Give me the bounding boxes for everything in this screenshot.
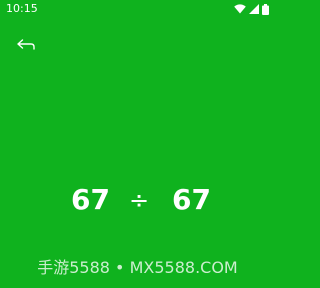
back-button[interactable]: [16, 35, 36, 53]
watermark: 手游5588 • MX5588.COM: [37, 258, 238, 277]
status-bar: 10:15: [0, 0, 275, 18]
status-time: 10:15: [6, 2, 38, 15]
right-operand: 67: [172, 183, 211, 216]
division-operator: ÷: [129, 186, 150, 214]
wifi-icon: [234, 4, 246, 14]
cellular-signal-icon: [249, 4, 259, 14]
status-icons: [234, 3, 269, 15]
equation: 67 ÷ 67: [0, 183, 275, 217]
left-operand: 67: [71, 183, 110, 216]
battery-icon: [262, 3, 269, 15]
back-arrow-icon: [16, 35, 36, 53]
